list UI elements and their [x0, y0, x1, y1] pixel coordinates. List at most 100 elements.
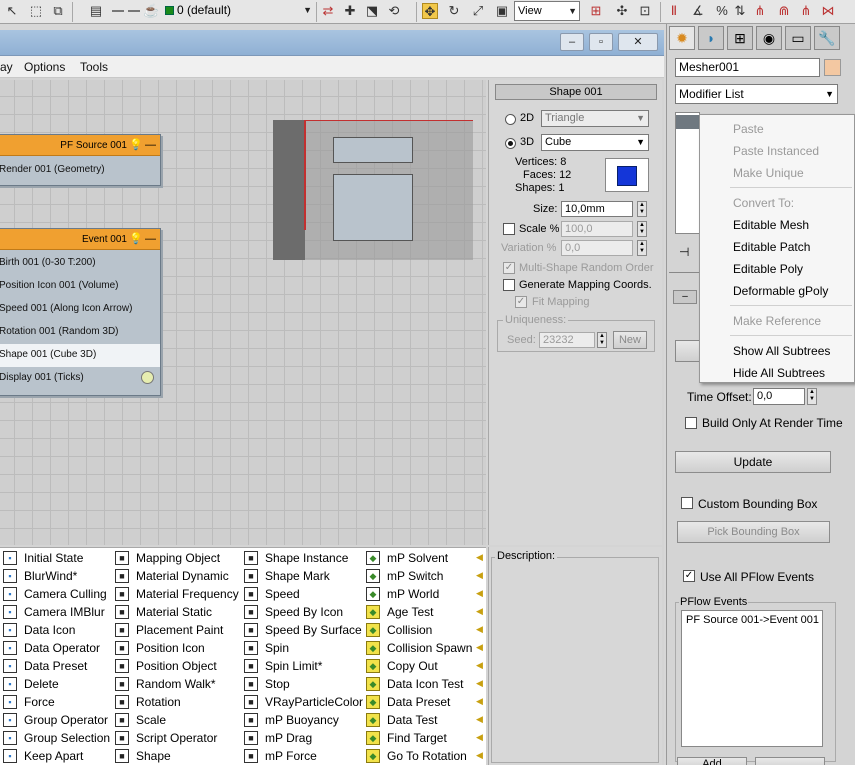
variation-field[interactable]: 0,0 — [561, 240, 633, 256]
depot-item[interactable]: ◆ Data Icon Test — [365, 675, 464, 693]
menu-item-show-all-subtrees[interactable]: Show All Subtrees — [733, 344, 830, 358]
rollout-collapse-icon[interactable]: – — [673, 290, 697, 304]
fit-mapping-checkbox[interactable]: ✓ — [515, 296, 527, 308]
depot-item[interactable]: ◆ Data Test — [365, 711, 437, 729]
menu-item-paste-instanced[interactable]: Paste Instanced — [733, 144, 819, 158]
keyboard-shortcut-icon[interactable]: ⊡ — [637, 3, 653, 19]
modifier-stack[interactable] — [675, 112, 700, 234]
particle-view-titlebar[interactable]: – ▫ ✕ — [0, 30, 664, 56]
node-operator-row[interactable]: Render 001 (Geometry) — [0, 159, 160, 182]
select-manipulate-icon[interactable]: ✣ — [614, 3, 630, 19]
utilities-tab[interactable]: 🔧 — [814, 26, 840, 50]
pflow-event-item[interactable]: PF Source 001->Event 001 — [686, 614, 819, 626]
depot-item[interactable]: ▪ Group Selection — [2, 729, 110, 747]
scale-icon[interactable]: ⤢ — [470, 3, 486, 19]
depot-item[interactable]: ■ Stop — [243, 675, 290, 693]
percent-snap-icon[interactable]: % — [714, 3, 730, 19]
depot-item[interactable]: ▪ Group Operator — [2, 711, 108, 729]
depot-item[interactable]: ■ Position Object — [114, 657, 217, 675]
window-crossing-icon[interactable]: ⧉ — [50, 3, 66, 19]
menu-item-editable-mesh[interactable]: Editable Mesh — [733, 218, 809, 232]
node-operator-row[interactable]: Speed 001 (Along Icon Arrow) — [0, 298, 160, 321]
motion-tab[interactable]: ◉ — [756, 26, 782, 50]
display-tab[interactable]: ▭ — [785, 26, 811, 50]
event-node-header[interactable]: Event 001 💡 — — [0, 229, 160, 250]
move-icon[interactable]: ✥ — [422, 3, 438, 19]
depot-item[interactable]: ■ Material Dynamic — [114, 567, 229, 585]
depot-item[interactable]: ■ Scale — [114, 711, 166, 729]
menu-options[interactable]: Options — [24, 60, 65, 74]
depot-item[interactable]: ◆ mP Switch — [365, 567, 443, 585]
lightbulb-icon[interactable]: 💡 — [129, 139, 143, 151]
depot-item[interactable]: ◆ Age Test — [365, 603, 433, 621]
custom-bbox-checkbox[interactable] — [681, 497, 693, 509]
add-button[interactable]: Add — [677, 757, 747, 765]
time-offset-spinner[interactable]: ▲ ▼ — [807, 388, 817, 405]
depot-item[interactable]: ▪ Camera IMBlur — [2, 603, 105, 621]
depot-item[interactable]: ■ Shape — [114, 747, 171, 765]
depot-item[interactable]: ◆ Data Preset — [365, 693, 450, 711]
depot-item[interactable]: ▪ Data Preset — [2, 657, 87, 675]
pin-stack-icon[interactable]: ⊣ — [679, 245, 689, 259]
menu-item-editable-patch[interactable]: Editable Patch — [733, 240, 810, 254]
pivot-icon[interactable]: ⊞ — [588, 3, 604, 19]
depot-item[interactable]: ■ Rotation — [114, 693, 181, 711]
gen-mapping-checkbox[interactable] — [503, 279, 515, 291]
scale-field[interactable]: 100,0 — [561, 221, 633, 237]
2d-shape-dropdown[interactable]: Triangle ▼ — [541, 110, 649, 127]
menu-item-hide-all-subtrees[interactable]: Hide All Subtrees — [733, 366, 825, 380]
menu-item-make-unique[interactable]: Make Unique — [733, 166, 804, 180]
modifier-list-dropdown[interactable]: Modifier List ▼ — [675, 84, 838, 104]
spinner-snap-icon[interactable]: ⇅ — [732, 3, 748, 19]
layer-dropdown-button[interactable]: ▼ — [296, 1, 314, 21]
depot-item[interactable]: ■ Material Static — [114, 603, 212, 621]
depot-item[interactable]: ▪ Keep Apart — [2, 747, 83, 765]
depot-item[interactable]: ■ Position Icon — [114, 639, 205, 657]
link-icon[interactable]: ⇄ — [320, 3, 336, 19]
pflow-events-list[interactable]: PF Source 001->Event 001 — [681, 610, 823, 747]
build-only-checkbox[interactable] — [685, 417, 697, 429]
create-tab[interactable]: ✹ — [669, 26, 695, 50]
depot-item[interactable]: ■ VRayParticleColor — [243, 693, 363, 711]
node-operator-row[interactable]: Birth 001 (0-30 T:200) — [0, 252, 160, 275]
depot-item[interactable]: ■ Spin — [243, 639, 289, 657]
menu-tools[interactable]: Tools — [80, 60, 108, 74]
depot-item[interactable]: ■ Script Operator — [114, 729, 217, 747]
depot-item[interactable]: ■ Speed By Icon — [243, 603, 343, 621]
depot-item[interactable]: ◆ Collision Spawn — [365, 639, 472, 657]
scale-sub-icon[interactable]: ▣ — [494, 3, 510, 19]
modifier-stack-selected-item[interactable] — [676, 115, 699, 129]
select-move-icon[interactable]: ⬔ — [364, 3, 380, 19]
depot-item[interactable]: ■ mP Buoyancy — [243, 711, 339, 729]
teapot-icon[interactable]: ☕ — [143, 3, 159, 19]
modify-tab[interactable]: ◗ — [698, 26, 724, 50]
menu-item-editable-poly[interactable]: Editable Poly — [733, 262, 803, 276]
partial-button[interactable] — [675, 340, 701, 362]
depot-item[interactable]: ■ Spin Limit* — [243, 657, 322, 675]
close-button[interactable]: ✕ — [618, 33, 658, 51]
event-node[interactable]: Event 001 💡 — Birth 001 (0-30 T:200) Pos… — [0, 228, 161, 396]
select-icon[interactable]: ↖ — [4, 3, 20, 19]
depot-item[interactable]: ◆ Copy Out — [365, 657, 438, 675]
depot-item[interactable]: ■ Mapping Object — [114, 549, 220, 567]
node-operator-row[interactable]: Rotation 001 (Random 3D) — [0, 321, 160, 344]
remove-button[interactable] — [755, 757, 825, 765]
collapse-icon[interactable]: — — [145, 135, 156, 156]
minimize-button[interactable]: – — [560, 33, 584, 51]
size-field[interactable]: 10,0mm — [561, 201, 633, 217]
3d-shape-dropdown[interactable]: Cube ▼ — [541, 134, 649, 151]
menu-display[interactable]: ay — [0, 60, 13, 74]
bind-icon[interactable]: ⟲ — [386, 3, 402, 19]
mirror-icon[interactable]: ⋔ — [752, 3, 768, 19]
depot-item[interactable]: ■ Shape Mark — [243, 567, 330, 585]
align-icon[interactable]: ⋒ — [776, 3, 792, 19]
layer-manager-icon[interactable]: ▤ — [88, 3, 104, 19]
snap-icon[interactable]: Ⅱ — [666, 3, 682, 19]
multi-shape-checkbox[interactable]: ✓ — [503, 262, 515, 274]
layer-name[interactable]: 0 (default) — [177, 3, 231, 17]
variation-spinner[interactable]: ▲ ▼ — [637, 240, 647, 256]
depot-item[interactable]: ◆ Collision — [365, 621, 432, 639]
depot-item[interactable]: ■ Random Walk* — [114, 675, 216, 693]
scale-spinner[interactable]: ▲ ▼ — [637, 221, 647, 237]
depot-item[interactable]: ■ Placement Paint — [114, 621, 223, 639]
